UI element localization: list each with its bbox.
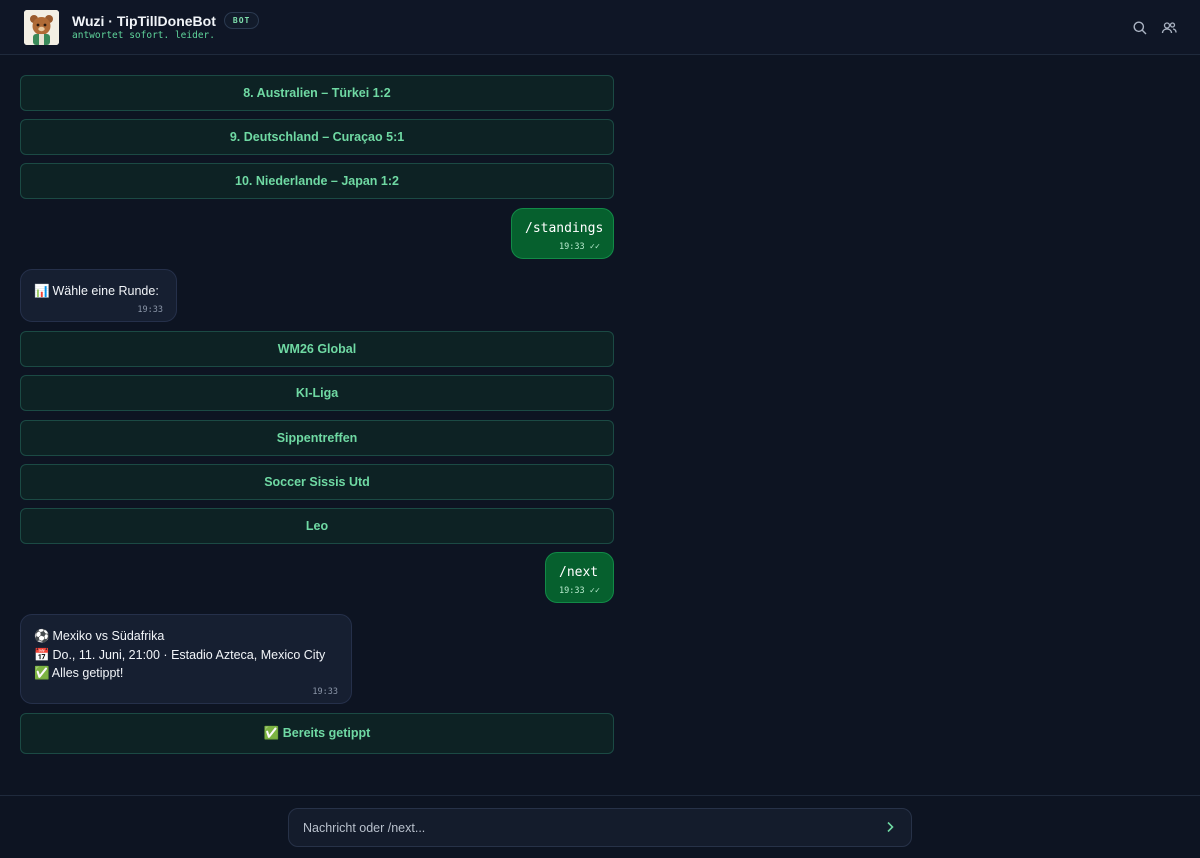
round-button[interactable]: Sippentreffen: [20, 420, 614, 456]
calendar-icon: 📅: [34, 647, 50, 662]
members-icon[interactable]: [1161, 20, 1177, 36]
chat-title: Wuzi · TipTillDoneBot: [72, 12, 216, 29]
outgoing-message: /standings 19:33 ✓✓: [511, 208, 614, 259]
chevron-right-icon[interactable]: [882, 819, 898, 835]
match-title: Mexiko vs Südafrika: [52, 629, 165, 643]
check-icon: ✅: [34, 666, 50, 680]
chat-subtitle: antwortet sofort. leider.: [72, 30, 215, 41]
message-text: /next: [559, 565, 599, 580]
match-button[interactable]: 10. Niederlande – Japan 1:2: [20, 163, 614, 199]
match-button[interactable]: 8. Australien – Türkei 1:2: [20, 75, 614, 111]
bot-avatar[interactable]: [24, 10, 59, 45]
message-time: 19:33: [559, 242, 585, 252]
incoming-message: ⚽ Mexiko vs Südafrika 📅 Do., 11. Juni, 2…: [20, 614, 352, 704]
match-details: Do., 11. Juni, 21:00 · Estadio Azteca, M…: [52, 647, 326, 662]
message-text: Wähle eine Runde:: [52, 284, 159, 298]
chart-icon: 📊: [34, 284, 50, 298]
read-receipt-icon: ✓✓: [589, 586, 600, 596]
message-meta: 19:33 ✓✓: [559, 586, 600, 596]
outgoing-message: /next 19:33 ✓✓: [545, 552, 614, 603]
chat-header: Wuzi · TipTillDoneBot BOT antwortet sofo…: [0, 0, 1200, 55]
match-button[interactable]: 9. Deutschland – Curaçao 5:1: [20, 119, 614, 155]
round-button[interactable]: WM26 Global: [20, 331, 614, 367]
message-text: /standings: [525, 221, 604, 236]
message-meta: 19:33 ✓✓: [525, 242, 600, 252]
incoming-message: 📊 Wähle eine Runde: 19:33: [20, 269, 177, 322]
round-button[interactable]: Leo: [20, 508, 614, 544]
message-time: 19:33: [137, 304, 163, 315]
tip-status: Alles getippt!: [51, 666, 124, 680]
bot-badge: BOT: [223, 12, 260, 29]
already-tipped-button[interactable]: ✅ Bereits getippt: [20, 713, 614, 754]
soccer-ball-icon: ⚽: [34, 629, 50, 643]
message-composer: [288, 808, 912, 847]
round-button[interactable]: Soccer Sissis Utd: [20, 464, 614, 500]
message-time: 19:33: [312, 686, 338, 697]
search-icon[interactable]: [1132, 20, 1148, 36]
message-input[interactable]: [303, 818, 863, 838]
round-button[interactable]: KI-Liga: [20, 375, 614, 411]
message-time: 19:33: [559, 586, 585, 596]
read-receipt-icon: ✓✓: [589, 242, 600, 252]
message-list: 8. Australien – Türkei 1:2 9. Deutschlan…: [20, 55, 614, 795]
